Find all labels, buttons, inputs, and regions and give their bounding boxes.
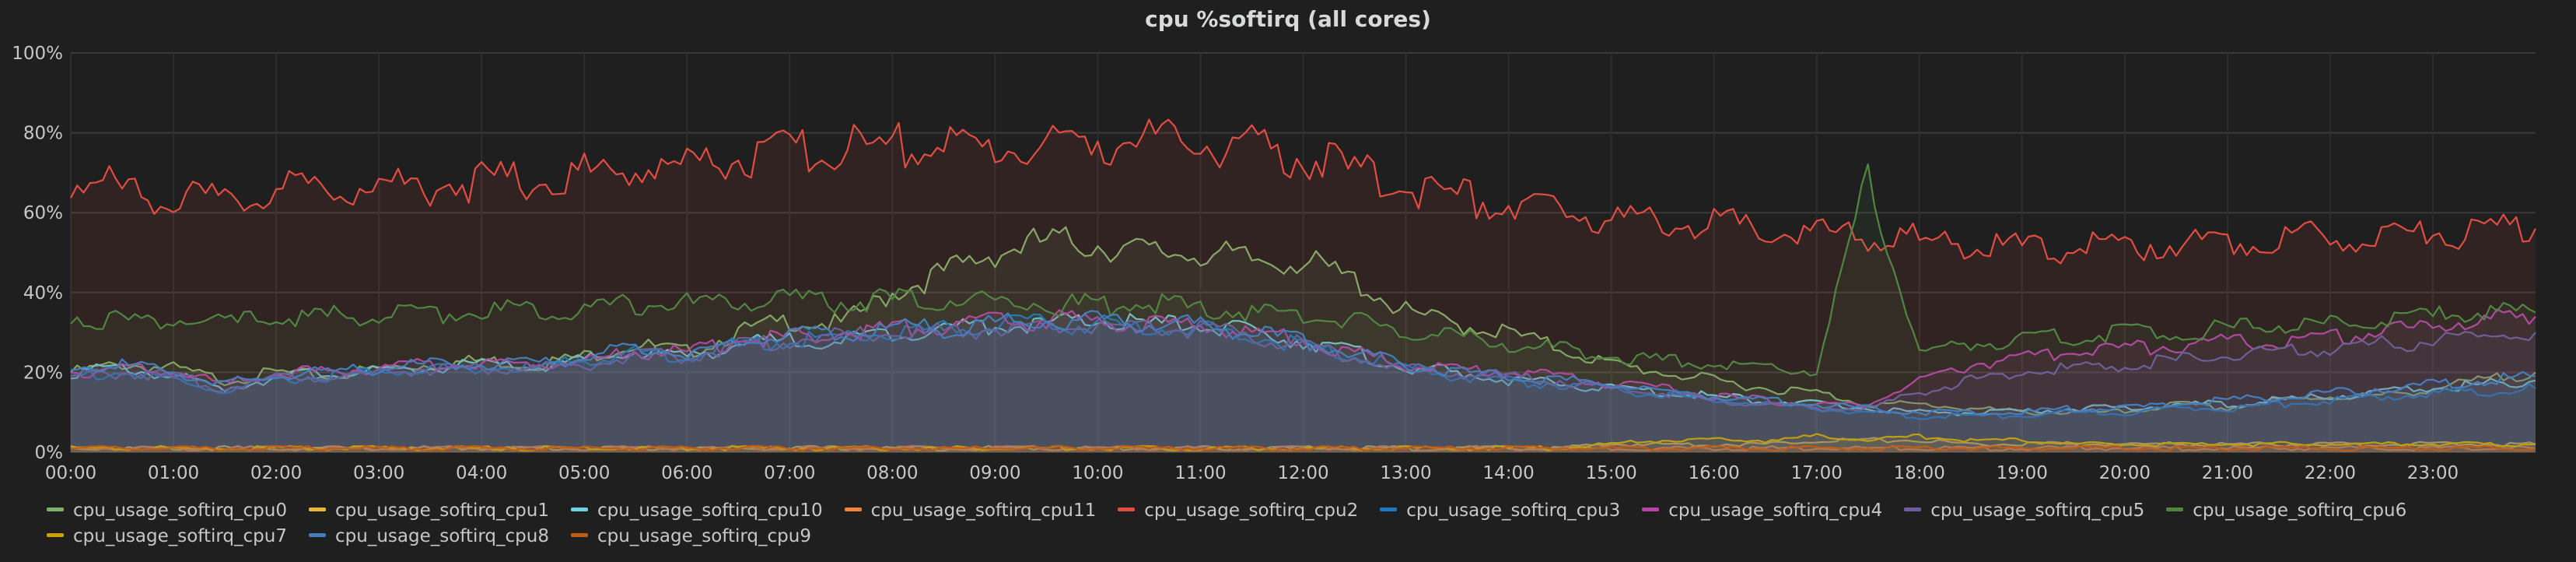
x-tick-label: 05:00 <box>558 463 610 483</box>
legend-swatch <box>47 508 64 511</box>
legend-item[interactable]: cpu_usage_softirq_cpu0 <box>47 498 287 524</box>
x-tick-label: 10:00 <box>1072 463 1123 483</box>
x-tick-label: 03:00 <box>353 463 404 483</box>
legend-label: cpu_usage_softirq_cpu0 <box>73 501 287 521</box>
y-tick-label: 20% <box>23 363 63 383</box>
y-tick-label: 80% <box>23 124 63 144</box>
legend-item[interactable]: cpu_usage_softirq_cpu3 <box>1380 498 1620 524</box>
x-tick-label: 22:00 <box>2305 463 2356 483</box>
legend-label: cpu_usage_softirq_cpu11 <box>870 501 1097 521</box>
legend-swatch <box>571 533 588 537</box>
legend-swatch <box>309 508 326 511</box>
legend-item[interactable]: cpu_usage_softirq_cpu10 <box>571 498 823 524</box>
x-tick-label: 14:00 <box>1482 463 1534 483</box>
x-tick-label: 17:00 <box>1791 463 1843 483</box>
legend-label: cpu_usage_softirq_cpu2 <box>1144 501 1359 521</box>
x-tick-label: 18:00 <box>1894 463 1945 483</box>
x-tick-label: 20:00 <box>2099 463 2151 483</box>
legend-label: cpu_usage_softirq_cpu9 <box>597 526 811 546</box>
legend-label: cpu_usage_softirq_cpu3 <box>1406 501 1621 521</box>
legend-swatch <box>309 533 326 537</box>
legend-item[interactable]: cpu_usage_softirq_cpu2 <box>1118 498 1358 524</box>
chart-panel: cpu %softirq (all cores) 0% 20% 40% 60% 80% 1… <box>0 0 2576 562</box>
legend-item[interactable]: cpu_usage_softirq_cpu6 <box>2166 498 2406 524</box>
line-chart: 0% 20% 40% 60% 80% 100% 00:00 01:00 02:00 03:00 04… <box>12 44 2536 483</box>
x-tick-label: 09:00 <box>969 463 1020 483</box>
x-tick-label: 21:00 <box>2202 463 2253 483</box>
legend-swatch <box>1118 508 1136 511</box>
legend-label: cpu_usage_softirq_cpu6 <box>2193 501 2407 521</box>
x-tick-label: 16:00 <box>1689 463 1740 483</box>
legend-swatch <box>2166 508 2184 511</box>
y-tick-label: 0% <box>35 443 64 463</box>
legend-swatch <box>571 508 588 511</box>
legend-item[interactable]: cpu_usage_softirq_cpu1 <box>309 498 549 524</box>
legend-swatch <box>1904 508 1922 511</box>
x-tick-label: 13:00 <box>1380 463 1431 483</box>
x-tick-label: 08:00 <box>866 463 918 483</box>
y-tick-label: 100% <box>12 44 63 64</box>
legend-item[interactable]: cpu_usage_softirq_cpu7 <box>47 524 287 550</box>
legend-item[interactable]: cpu_usage_softirq_cpu9 <box>571 524 811 550</box>
x-tick-label: 07:00 <box>764 463 815 483</box>
legend-label: cpu_usage_softirq_cpu4 <box>1668 501 1883 521</box>
legend-label: cpu_usage_softirq_cpu5 <box>1930 501 2145 521</box>
legend-label: cpu_usage_softirq_cpu7 <box>73 526 287 546</box>
x-tick-label: 11:00 <box>1174 463 1226 483</box>
legend-label: cpu_usage_softirq_cpu8 <box>335 526 549 546</box>
x-tick-label: 15:00 <box>1585 463 1636 483</box>
legend-item[interactable]: cpu_usage_softirq_cpu4 <box>1642 498 1882 524</box>
legend-label: cpu_usage_softirq_cpu10 <box>597 501 823 521</box>
x-tick-label: 01:00 <box>148 463 199 483</box>
legend-label: cpu_usage_softirq_cpu1 <box>335 501 549 521</box>
x-tick-label: 06:00 <box>661 463 712 483</box>
legend-swatch <box>1380 508 1398 511</box>
legend-item[interactable]: cpu_usage_softirq_cpu5 <box>1904 498 2144 524</box>
x-tick-label: 23:00 <box>2407 463 2459 483</box>
legend-item[interactable]: cpu_usage_softirq_cpu11 <box>844 498 1097 524</box>
x-tick-label: 00:00 <box>45 463 96 483</box>
legend-swatch <box>844 508 862 511</box>
x-tick-label: 19:00 <box>1997 463 2048 483</box>
legend: cpu_usage_softirq_cpu0 cpu_usage_softirq_… <box>47 498 2559 550</box>
x-tick-label: 04:00 <box>456 463 507 483</box>
y-tick-label: 40% <box>23 283 63 304</box>
legend-item[interactable]: cpu_usage_softirq_cpu8 <box>309 524 549 550</box>
y-tick-label: 60% <box>23 203 63 223</box>
x-tick-label: 12:00 <box>1277 463 1328 483</box>
legend-swatch <box>47 533 64 537</box>
x-tick-label: 02:00 <box>250 463 302 483</box>
legend-swatch <box>1642 508 1660 511</box>
